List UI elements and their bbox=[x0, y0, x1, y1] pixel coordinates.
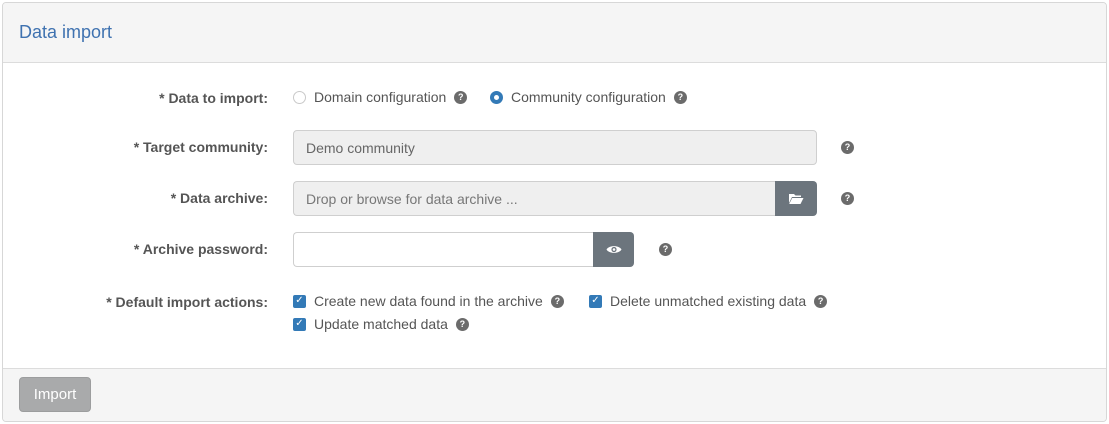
browse-archive-button[interactable] bbox=[775, 181, 817, 216]
checkbox-delete-unmatched-data[interactable]: ✓ Delete unmatched existing data ? bbox=[589, 293, 828, 309]
target-community-row: * Target community: Demo community ? bbox=[3, 130, 1106, 165]
panel-header: Data import bbox=[3, 3, 1106, 63]
help-icon[interactable]: ? bbox=[659, 243, 672, 256]
help-icon[interactable]: ? bbox=[455, 317, 469, 331]
panel-footer: Import bbox=[3, 368, 1106, 421]
radio-button-selected[interactable] bbox=[490, 90, 503, 104]
data-archive-row: * Data archive: Drop or browse for data … bbox=[3, 181, 1106, 216]
help-icon[interactable]: ? bbox=[673, 90, 687, 104]
radio-domain-configuration[interactable]: Domain configuration ? bbox=[293, 89, 468, 105]
data-import-panel: Data import * Data to import: Domain con… bbox=[2, 2, 1107, 422]
panel-title: Data import bbox=[19, 22, 113, 42]
import-button[interactable]: Import bbox=[19, 377, 91, 412]
checkbox-label: Create new data found in the archive bbox=[314, 293, 543, 309]
radio-button[interactable] bbox=[293, 90, 306, 104]
checkbox-update-matched-data[interactable]: ✓ Update matched data ? bbox=[293, 316, 469, 332]
checkbox-checked[interactable]: ✓ bbox=[293, 294, 306, 308]
panel-body: * Data to import: Domain configuration ?… bbox=[3, 63, 1106, 369]
checkbox-create-new-data[interactable]: ✓ Create new data found in the archive ? bbox=[293, 293, 564, 309]
radio-label: Community configuration bbox=[511, 89, 666, 105]
radio-community-configuration[interactable]: Community configuration ? bbox=[490, 89, 687, 105]
target-community-field[interactable]: Demo community bbox=[293, 130, 817, 165]
radio-label: Domain configuration bbox=[314, 89, 447, 105]
help-icon[interactable]: ? bbox=[841, 141, 854, 154]
checkbox-checked[interactable]: ✓ bbox=[293, 317, 306, 331]
target-community-label: * Target community: bbox=[133, 139, 268, 155]
data-archive-placeholder: Drop or browse for data archive ... bbox=[306, 190, 518, 207]
data-to-import-row: * Data to import: Domain configuration ?… bbox=[3, 87, 1106, 109]
folder-open-icon bbox=[789, 194, 804, 204]
checkbox-label: Delete unmatched existing data bbox=[610, 293, 807, 309]
default-import-actions-row: * Default import actions: ✓ Create new d… bbox=[3, 291, 1106, 341]
default-import-actions-label: * Default import actions: bbox=[106, 294, 268, 310]
help-icon[interactable]: ? bbox=[814, 294, 828, 308]
checkbox-checked[interactable]: ✓ bbox=[589, 294, 602, 308]
archive-password-label: * Archive password: bbox=[133, 241, 268, 257]
archive-password-row: * Archive password: ? bbox=[3, 232, 1106, 267]
help-icon[interactable]: ? bbox=[550, 294, 564, 308]
target-community-value: Demo community bbox=[306, 139, 415, 156]
checkbox-label: Update matched data bbox=[314, 316, 448, 332]
toggle-password-visibility-button[interactable] bbox=[593, 232, 634, 267]
data-to-import-label: * Data to import: bbox=[159, 90, 268, 106]
eye-icon bbox=[606, 246, 621, 253]
help-icon[interactable]: ? bbox=[454, 90, 468, 104]
data-archive-label: * Data archive: bbox=[170, 190, 268, 206]
data-archive-dropzone[interactable]: Drop or browse for data archive ... bbox=[293, 181, 776, 216]
archive-password-input[interactable] bbox=[293, 232, 594, 267]
help-icon[interactable]: ? bbox=[841, 192, 854, 205]
